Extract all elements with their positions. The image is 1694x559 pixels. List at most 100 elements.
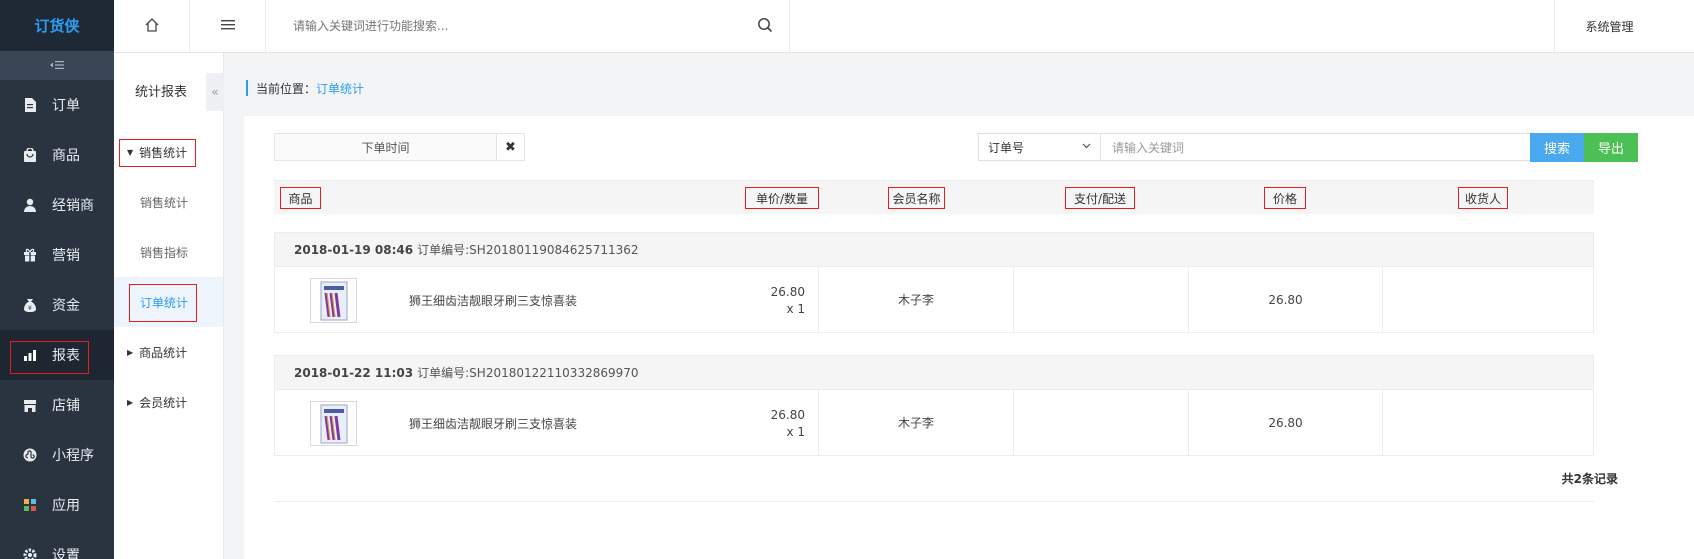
unit-qty-cell: 26.80 x 1	[715, 284, 805, 318]
total-records: 共2条记录	[1561, 472, 1618, 486]
divider	[274, 501, 1594, 502]
unit-price: 26.80	[770, 285, 805, 299]
product-cell: 狮王细齿洁靓眼牙刷三支惊喜装 26.80 x 1	[275, 267, 819, 332]
keyword-input[interactable]: 请输入关键词	[1100, 133, 1531, 161]
sidebar-item-apps[interactable]: 应用	[0, 480, 114, 530]
subnav-item-sales-targets[interactable]: 销售指标	[114, 227, 223, 277]
sidebar-item-settings[interactable]: 设置	[0, 530, 114, 559]
subnav-group-label: 商品统计	[139, 345, 188, 360]
function-search-input[interactable]	[293, 19, 753, 33]
quantity: x 1	[786, 425, 805, 439]
sidebar-item-store[interactable]: 店铺	[0, 380, 114, 430]
product-name[interactable]: 狮王细齿洁靓眼牙刷三支惊喜装	[409, 292, 577, 309]
column-header-price: 价格	[1264, 187, 1306, 209]
report-panel: 下单时间 ✖ 订单号 请输入关键词 搜索 导出 商品 单价/数量 会员名称 支付…	[244, 116, 1694, 559]
home-icon	[145, 17, 159, 35]
sidebar-item-label: 应用	[52, 498, 80, 514]
sidebar-item-products[interactable]: 商品	[0, 130, 114, 180]
receiver-cell	[1383, 390, 1593, 455]
order-datetime: 2018-01-19 08:46	[294, 242, 414, 257]
column-header-unit-qty: 单价/数量	[745, 187, 819, 209]
sub-sidebar-collapse-button[interactable]: «	[206, 73, 224, 111]
sidebar-item-label: 报表	[52, 348, 80, 364]
subnav-item-label: 销售统计	[140, 195, 189, 210]
sidebar-collapse-button[interactable]	[0, 51, 114, 80]
sidebar-item-label: 商品	[52, 148, 80, 164]
search-button[interactable]: 搜索	[1530, 133, 1584, 162]
subnav-item-order-stats[interactable]: 订单统计	[114, 277, 223, 327]
sidebar-item-label: 经销商	[52, 198, 94, 214]
unit-qty-cell: 26.80 x 1	[715, 407, 805, 441]
member-cell: 木子李	[819, 267, 1014, 332]
select-value: 订单号	[988, 140, 1025, 155]
breadcrumb: 当前位置： 订单统计	[246, 80, 364, 96]
home-button[interactable]	[114, 0, 190, 52]
collapse-menu-icon	[50, 59, 64, 73]
subnav-group-members[interactable]: ▶ 会员统计	[114, 377, 223, 427]
breadcrumb-current[interactable]: 订单统计	[316, 80, 364, 97]
subnav-group-label: 会员统计	[139, 395, 188, 410]
unit-price: 26.80	[770, 408, 805, 422]
member-cell: 木子李	[819, 390, 1014, 455]
column-header-member: 会员名称	[888, 187, 945, 209]
apps-icon	[22, 497, 38, 513]
menu-button[interactable]	[190, 0, 266, 52]
column-header-receiver: 收货人	[1458, 187, 1508, 209]
close-icon: ✖	[505, 139, 516, 155]
store-icon	[22, 397, 38, 413]
subnav-item-sales-stats[interactable]: 销售统计	[114, 177, 223, 227]
mini-program-icon	[22, 447, 38, 463]
pay-delivery-cell	[1014, 267, 1189, 332]
order-datetime: 2018-01-22 11:03	[294, 365, 414, 380]
column-header-product: 商品	[280, 187, 321, 209]
sidebar-item-mini-program[interactable]: 小程序	[0, 430, 114, 480]
order-date-filter[interactable]: 下单时间	[274, 133, 497, 161]
search-field-select[interactable]: 订单号	[978, 133, 1101, 161]
main-content: 当前位置： 订单统计 下单时间 ✖ 订单号 请输入关键词 搜索 导出 商品 单价…	[224, 53, 1694, 559]
sidebar-item-orders[interactable]: 订单	[0, 80, 114, 130]
product-thumbnail[interactable]	[310, 401, 357, 446]
function-search	[276, 0, 790, 52]
price-cell: 26.80	[1189, 267, 1383, 332]
person-icon	[22, 197, 38, 213]
gear-icon	[22, 547, 38, 559]
sidebar-item-label: 店铺	[52, 398, 80, 414]
price-cell: 26.80	[1189, 390, 1383, 455]
document-icon	[22, 97, 38, 113]
pay-delivery-cell	[1014, 390, 1189, 455]
export-button[interactable]: 导出	[1584, 133, 1638, 162]
table-row: 狮王细齿洁靓眼牙刷三支惊喜装 26.80 x 1 木子李 26.80	[274, 390, 1594, 456]
sidebar-item-label: 营销	[52, 248, 80, 264]
caret-down-icon: ▼	[127, 147, 134, 157]
order-number: 订单编号:SH20180119084625711362	[417, 243, 639, 257]
order-number: 订单编号:SH20180122110332869970	[417, 366, 639, 380]
product-name[interactable]: 狮王细齿洁靓眼牙刷三支惊喜装	[409, 415, 577, 432]
breadcrumb-prefix: 当前位置：	[256, 81, 317, 96]
bag-icon	[22, 147, 38, 163]
clear-date-button[interactable]: ✖	[496, 133, 525, 161]
order-header: 2018-01-22 11:03 订单编号:SH2018012211033286…	[274, 355, 1594, 390]
subnav-item-label: 订单统计	[140, 295, 189, 310]
app-logo[interactable]: 订货侠	[0, 0, 114, 51]
table-row: 狮王细齿洁靓眼牙刷三支惊喜装 26.80 x 1 木子李 26.80	[274, 267, 1594, 333]
subnav-group-products[interactable]: ▶ 商品统计	[114, 327, 223, 377]
sidebar-item-distributors[interactable]: 经销商	[0, 180, 114, 230]
subnav-group-sales[interactable]: ▼ 销售统计	[114, 127, 223, 177]
product-cell: 狮王细齿洁靓眼牙刷三支惊喜装 26.80 x 1	[275, 390, 819, 455]
gift-icon	[22, 247, 38, 263]
sidebar-item-reports[interactable]: 报表	[0, 330, 114, 380]
sidebar-item-marketing[interactable]: 营销	[0, 230, 114, 280]
caret-right-icon: ▶	[127, 347, 134, 357]
sidebar-item-funds[interactable]: ¥ 资金	[0, 280, 114, 330]
table-header: 商品 单价/数量 会员名称 支付/配送 价格 收货人	[274, 180, 1594, 214]
double-chevron-left-icon: «	[211, 85, 219, 99]
search-icon[interactable]	[757, 17, 773, 36]
sub-sidebar: 统计报表 « ▼ 销售统计 销售统计 销售指标 订单统计 ▶ 商品统计 ▶ 会员…	[114, 53, 224, 559]
top-bar: 系统管理	[114, 0, 1694, 53]
sidebar-item-label: 小程序	[52, 448, 94, 464]
main-sidebar: 订货侠 订单 商品 经销商 营销 ¥ 资金 报表 店铺 小程序 应用 设置	[0, 0, 114, 559]
sidebar-item-label: 订单	[52, 98, 80, 114]
caret-right-icon: ▶	[127, 397, 134, 407]
system-admin-link[interactable]: 系统管理	[1554, 0, 1664, 52]
product-thumbnail[interactable]	[310, 278, 357, 323]
